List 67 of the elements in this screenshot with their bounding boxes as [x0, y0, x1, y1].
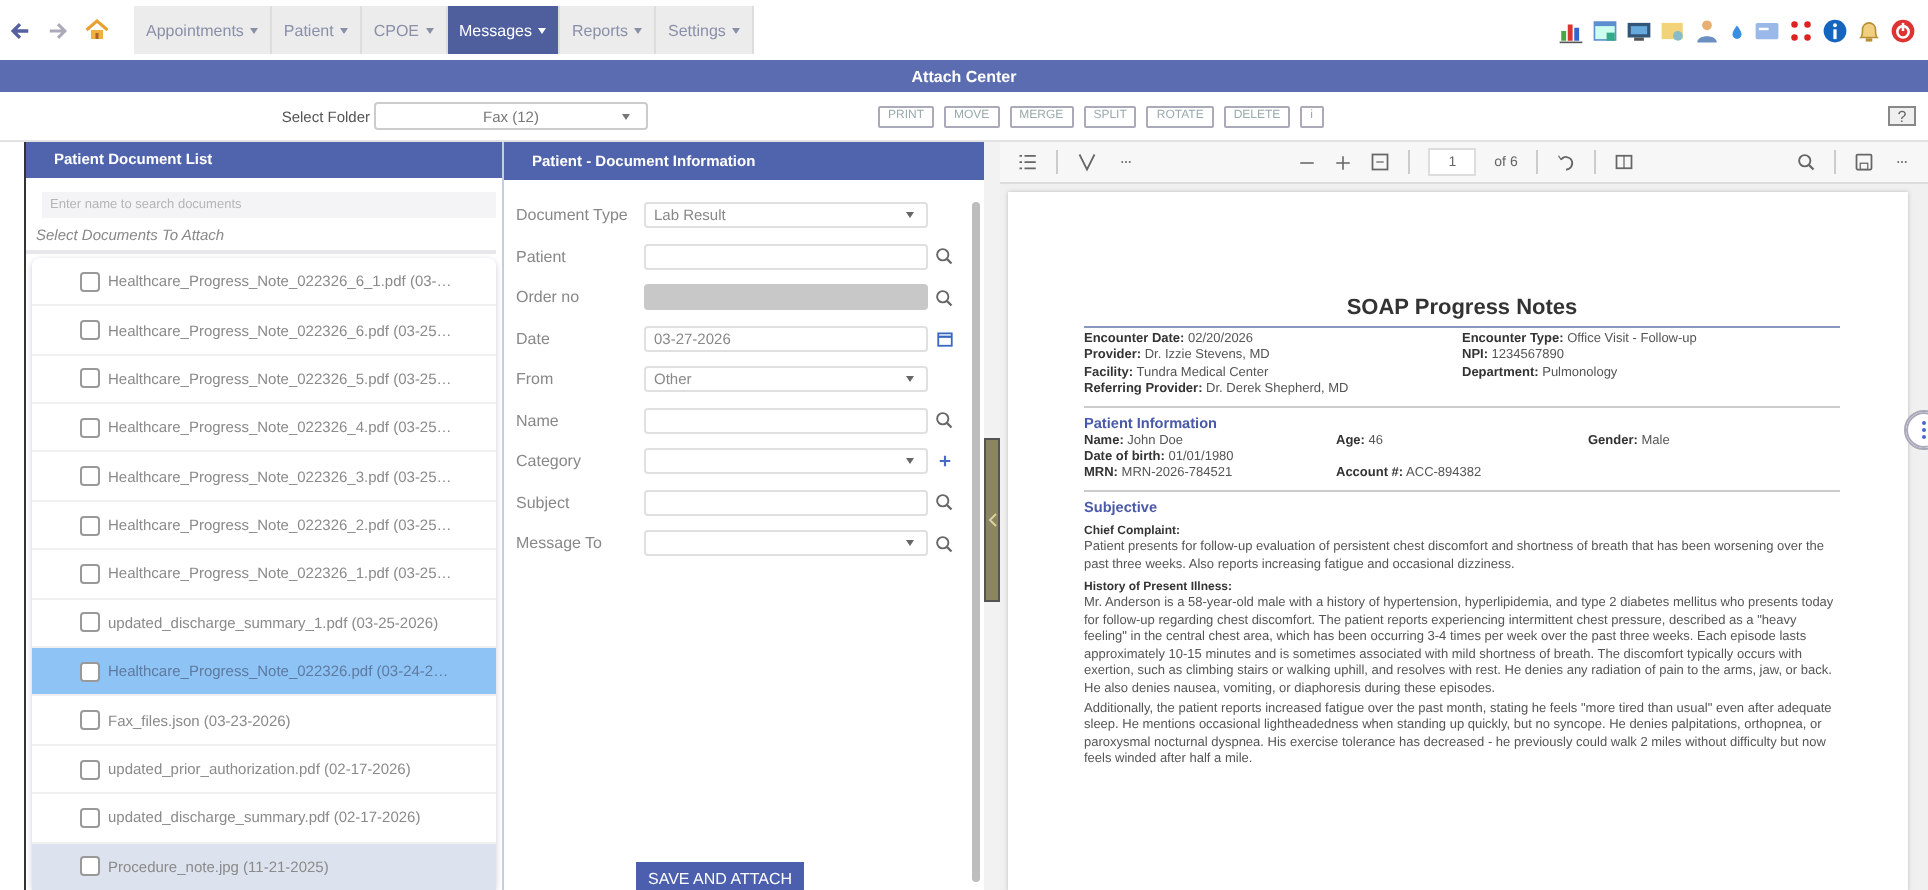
field-label: From — [516, 370, 556, 388]
rotate-icon[interactable] — [1555, 152, 1576, 172]
scrollbar[interactable] — [972, 202, 980, 882]
checkbox[interactable] — [80, 661, 100, 682]
field-label: Document Type — [516, 206, 630, 224]
card-icon[interactable] — [1754, 17, 1780, 43]
select-field[interactable] — [644, 530, 928, 556]
field-label: Date — [516, 329, 552, 347]
checkbox[interactable] — [80, 466, 100, 487]
save-button[interactable]: SAVE AND ATTACH — [636, 862, 805, 890]
input-field[interactable] — [644, 407, 928, 433]
checkbox[interactable] — [80, 271, 100, 292]
field-label: Message To — [516, 534, 604, 552]
caret-icon — [425, 27, 433, 33]
field-label: Name — [516, 411, 561, 429]
draw-icon[interactable] — [1076, 152, 1098, 172]
field-label: Category — [516, 452, 583, 470]
search-icon[interactable] — [934, 533, 954, 553]
grid-icon[interactable] — [1788, 17, 1814, 43]
caret-icon — [339, 27, 348, 33]
person-icon[interactable] — [1694, 17, 1720, 43]
info-icon[interactable] — [1822, 17, 1848, 43]
checkbox[interactable] — [80, 759, 100, 780]
home-icon[interactable] — [84, 18, 110, 42]
zoom-in-icon[interactable] — [1334, 153, 1353, 171]
monitor-icon[interactable] — [1626, 17, 1652, 43]
folder-icon[interactable] — [1660, 17, 1686, 43]
checkbox[interactable] — [80, 807, 100, 828]
caret-icon — [633, 27, 642, 33]
field-label: Subject — [516, 493, 572, 511]
caret-icon — [731, 27, 740, 33]
input-field[interactable] — [644, 243, 928, 269]
input-field[interactable] — [644, 489, 928, 515]
save-icon[interactable] — [1854, 152, 1874, 172]
fit-page-icon[interactable] — [1370, 152, 1391, 172]
checkbox[interactable] — [80, 515, 100, 536]
forward-icon[interactable] — [46, 19, 70, 41]
checkbox[interactable] — [80, 417, 100, 438]
power-icon[interactable] — [1890, 17, 1916, 43]
checkbox[interactable] — [80, 320, 100, 340]
back-icon[interactable] — [8, 19, 32, 41]
splitter-handle[interactable] — [984, 438, 1000, 602]
help-button[interactable]: ? — [1888, 106, 1916, 126]
checkbox[interactable] — [80, 856, 100, 877]
outline-icon[interactable] — [1016, 152, 1038, 172]
menu-tab[interactable]: Messages — [447, 6, 560, 54]
checkbox[interactable] — [80, 710, 100, 731]
field-label: Order no — [516, 288, 582, 306]
checkbox[interactable] — [80, 612, 100, 633]
search-icon[interactable] — [934, 246, 954, 266]
bell-icon[interactable] — [1856, 17, 1882, 43]
field-label: Patient — [516, 247, 568, 265]
window-title: Attach Center — [0, 60, 1928, 92]
calendar-icon[interactable] — [935, 329, 953, 347]
checkbox[interactable] — [80, 563, 100, 584]
search-icon[interactable] — [1796, 152, 1816, 172]
two-page-icon[interactable] — [1613, 152, 1634, 172]
checkbox[interactable] — [80, 368, 100, 389]
document-title: SOAP Progress Notes — [1346, 296, 1578, 320]
search-icon[interactable] — [934, 410, 954, 430]
search-icon[interactable] — [934, 287, 954, 307]
select-field[interactable] — [644, 448, 928, 474]
search-icon[interactable] — [934, 492, 954, 512]
caret-icon — [537, 27, 546, 33]
add-icon[interactable] — [937, 454, 951, 468]
window-icon[interactable] — [1592, 17, 1618, 43]
caret-icon — [249, 27, 258, 33]
